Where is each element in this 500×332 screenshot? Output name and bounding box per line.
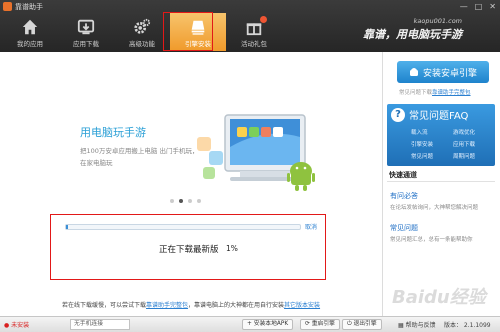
top-bar: 靠谱助手 — □ ✕ 我的应用 应用下载 高级功能 引擎安装 活动礼包 kaop… [0, 0, 500, 52]
footer-text: 若在线下载缓慢，可以尝试下载 [62, 302, 147, 309]
install-hint-text: 常见问题下载 [399, 90, 433, 96]
monitor-illustration [197, 114, 315, 191]
install-hint-link[interactable]: 靠谱助手完整包 [432, 90, 471, 96]
install-apk-button[interactable]: + 安装本地APK [242, 319, 294, 330]
cancel-link[interactable]: 取消 [305, 222, 317, 231]
faq-link[interactable]: 常见问题 [411, 152, 453, 160]
nav-label: 高级功能 [129, 40, 155, 48]
faq-panel: ? 常见问题FAQ 载入流 游戏优化 引擎安装 应用下载 常见问题 周期问题 [387, 104, 495, 166]
exit-engine-button[interactable]: ⏻ 退出引擎 [342, 319, 382, 330]
restart-engine-button[interactable]: ⟳ 重启引擎 [300, 319, 340, 330]
nav-advanced[interactable]: 高级功能 [114, 13, 170, 51]
slogan: 靠谱，用电脑玩手游 [363, 28, 462, 41]
faq-links: 载入流 游戏优化 引擎安装 应用下载 常见问题 周期问题 [411, 128, 495, 160]
hero-description: 把100万安卓应用搬上电脑 出门手机玩，在家电脑玩 [80, 147, 199, 167]
highlight-box-nav [163, 12, 213, 51]
status-bar: ● 未安装 无手机连接 + 安装本地APK ⟳ 重启引擎 ⏻ 退出引擎 ▦ 帮助… [0, 316, 500, 332]
nav-app-download[interactable]: 应用下载 [58, 13, 114, 51]
quick-link-desc: 常见问题汇总，总有一条能帮助你 [390, 237, 473, 243]
home-icon [22, 19, 38, 35]
question-icon: ? [391, 108, 405, 122]
engine-status: ● 未安装 [4, 322, 30, 329]
main-nav: 我的应用 应用下载 高级功能 引擎安装 活动礼包 [2, 13, 282, 51]
nav-label: 活动礼包 [241, 40, 267, 48]
footer-text: ，靠谱电脑上的大神都在用自行安装 [188, 302, 285, 309]
quick-channel-header: 快速通道 [389, 171, 417, 179]
restart-engine-label: 重启引擎 [311, 321, 335, 327]
carousel-dot[interactable] [197, 199, 201, 203]
gear-icon [134, 18, 151, 34]
quick-link-desc: 在论坛发帖询问，大神帮您解决问题 [390, 205, 479, 211]
minimize-button[interactable]: — [460, 2, 468, 11]
help-feedback-label: 帮助与反馈 [405, 322, 436, 329]
progress-bar [65, 224, 301, 230]
nav-my-apps[interactable]: 我的应用 [2, 13, 58, 51]
android-icon [409, 68, 418, 76]
faq-link[interactable]: 应用下载 [453, 140, 495, 148]
carousel-dot[interactable] [170, 199, 174, 203]
install-apk-label: 安装本地APK [253, 321, 289, 327]
right-sidebar: 安装安卓引擎 常见问题下载靠谱助手完整包 ? 常见问题FAQ 载入流 游戏优化 … [382, 52, 500, 316]
download-percent: 1% [226, 244, 238, 253]
maximize-button[interactable]: □ [475, 2, 483, 11]
carousel-dot-active[interactable] [179, 199, 183, 203]
progress-fill [66, 225, 69, 229]
download-progress-box: 取消 正在下载最新版 1% [50, 214, 326, 280]
close-button[interactable]: ✕ [489, 2, 496, 11]
new-badge [260, 16, 267, 23]
help-feedback-link[interactable]: ▦ 帮助与反馈 [398, 320, 436, 329]
faq-link[interactable]: 引擎安装 [411, 140, 453, 148]
install-engine-label: 安装安卓引擎 [422, 68, 477, 79]
nav-label: 应用下载 [73, 40, 99, 48]
download-icon [77, 19, 95, 35]
app-logo-icon [3, 2, 12, 11]
site-url: kaopu001.com [413, 17, 462, 25]
device-select-value: 无手机连接 [74, 321, 103, 327]
full-package-link[interactable]: 靠谱助手完整包 [146, 302, 188, 309]
download-status: 正在下载最新版 [159, 245, 219, 255]
faq-link[interactable]: 游戏优化 [453, 128, 495, 136]
carousel-dot[interactable] [188, 199, 192, 203]
divider [387, 181, 495, 182]
engine-status-text: 未安装 [11, 322, 30, 329]
app-title: 靠谱助手 [15, 3, 43, 11]
device-select[interactable]: 无手机连接 [70, 319, 130, 330]
exit-engine-label: 退出引擎 [353, 321, 377, 327]
nav-gift[interactable]: 活动礼包 [226, 13, 282, 51]
carousel-dots [170, 199, 201, 203]
install-hint: 常见问题下载靠谱助手完整包 [399, 88, 471, 96]
install-engine-button[interactable]: 安装安卓引擎 [397, 61, 489, 83]
faq-link[interactable]: 周期问题 [453, 152, 495, 160]
version-label: 版本： 2.1.1099 [444, 322, 491, 329]
faq-title[interactable]: 常见问题FAQ [409, 107, 468, 122]
nav-label: 我的应用 [17, 40, 43, 48]
quick-link-faq[interactable]: 常见问题 [390, 223, 418, 233]
title-bar: 靠谱助手 — □ ✕ [0, 0, 500, 14]
main-panel: 用电脑玩手游 把100万安卓应用搬上电脑 出门手机玩，在家电脑玩 取消 正在下载… [0, 52, 380, 316]
quick-link-ask[interactable]: 有问必答 [390, 191, 418, 201]
window-controls: — □ ✕ [460, 2, 496, 11]
hero-title: 用电脑玩手游 [80, 126, 146, 139]
faq-link[interactable]: 载入流 [411, 128, 453, 136]
other-version-link[interactable]: 其它版本安装 [284, 302, 320, 309]
footer-hint: 若在线下载缓慢，可以尝试下载靠谱助手完整包，靠谱电脑上的大神都在用自行安装其它版… [62, 300, 320, 309]
watermark-logo: Baidu经验 [392, 287, 486, 308]
